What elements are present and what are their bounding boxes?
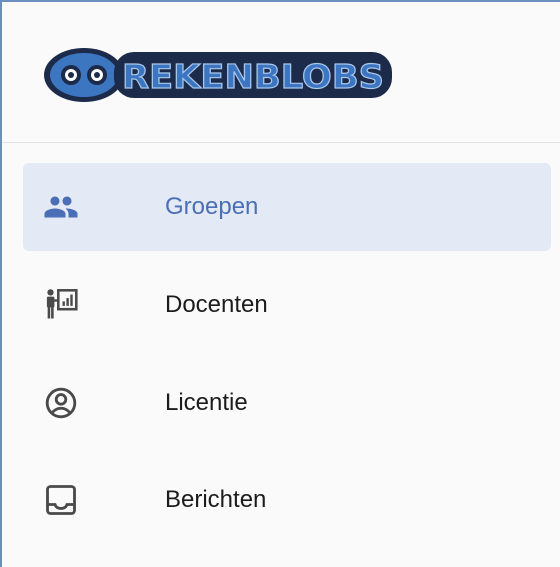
groups-icon [43, 189, 79, 225]
brand-logo[interactable]: REKENBLOBS [40, 44, 396, 106]
logo-header: REKENBLOBS [2, 2, 560, 143]
sidebar-item-label: Groepen [165, 193, 259, 220]
sidebar-item-docenten[interactable]: Docenten [23, 261, 551, 349]
sidebar-item-licentie[interactable]: Licentie [23, 359, 551, 447]
sidebar-item-berichten[interactable]: Berichten [23, 456, 551, 544]
teacher-icon [43, 287, 79, 323]
sidebar-item-label: Berichten [165, 486, 267, 513]
brand-wordmark: REKENBLOBS [122, 57, 384, 96]
sidebar-panel: REKENBLOBS Groepen Docenten Licentie Ber… [0, 0, 560, 567]
sidebar-item-label: Docenten [165, 291, 268, 318]
account-circle-icon [43, 385, 79, 421]
sidebar-item-label: Licentie [165, 389, 248, 416]
blob-eyes-icon: REKENBLOBS [44, 48, 392, 102]
sidebar-item-groepen[interactable]: Groepen [23, 163, 551, 251]
inbox-icon [43, 482, 79, 518]
